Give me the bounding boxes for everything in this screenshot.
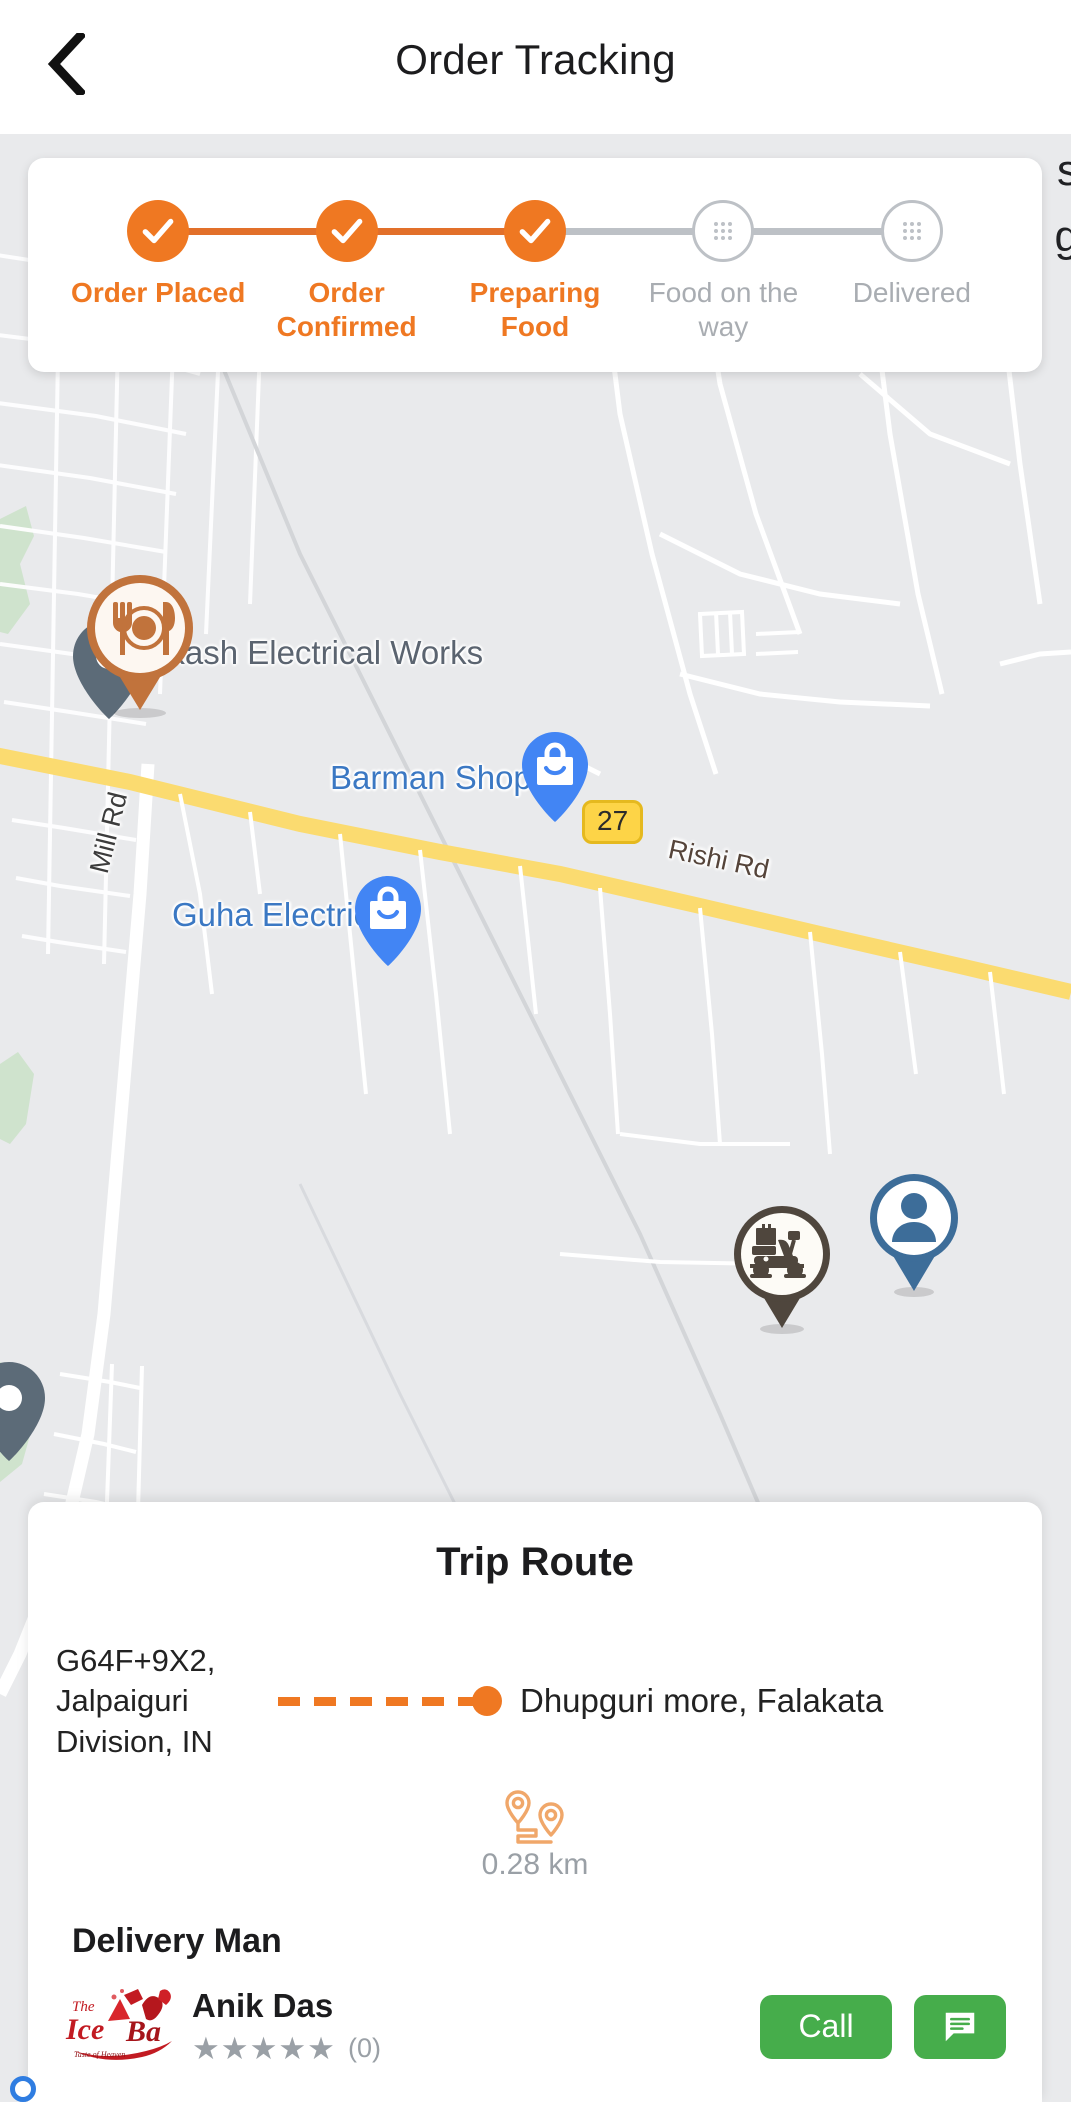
chat-icon [945,2012,975,2042]
svg-text:Ice: Ice [65,2013,104,2046]
status-step-food-on-the-way[interactable]: Food on the way [629,200,817,344]
step-label: Order Placed [71,277,246,308]
route-destination-dot [472,1686,502,1717]
status-step-order-placed[interactable]: Order Placed [64,200,252,344]
route-summary: G64F+9X2, Jalpaiguri Division, IN Dhupgu… [28,1641,1042,1762]
svg-text:Taste of Heaven: Taste of Heaven [74,2050,125,2059]
call-button[interactable]: Call [760,1994,892,2059]
check-icon [142,218,174,244]
delivery-man-section-title: Delivery Man [72,1921,282,1960]
app-bar: Order Tracking [0,0,1071,134]
delivery-man-actions: Call [760,1994,1006,2059]
order-tracking-screen: akash Electrical Works Barman Shop Guha … [0,0,1071,2102]
avatar: The Ice Ba Taste of Heaven [64,1985,178,2069]
restaurant-marker[interactable] [84,572,196,718]
distance-value: 0.28 km [481,1847,589,1881]
chat-button[interactable] [914,1994,1006,2059]
shop-marker-guha[interactable] [355,876,421,966]
route-pins-icon [505,1790,564,1844]
step-label: Delivered [852,277,971,308]
step-node-done [504,200,567,262]
dots-grid-icon [714,222,733,240]
step-node-pending [692,200,755,262]
highway-shield-27: 27 [582,800,644,844]
step-node-done [315,200,378,262]
status-stepper: Order Placed Order Confirmed Preparing F… [28,200,1042,344]
ice-bar-logo: The Ice Ba Taste of Heaven [65,1988,172,2060]
page-title: Order Tracking [395,36,676,83]
trip-route-sheet: Trip Route G64F+9X2, Jalpaiguri Division… [28,1502,1042,2102]
delivery-man-marker[interactable] [730,1204,834,1334]
route-destination: Dhupguri more, Falakata [520,1682,884,1720]
rating-stars: ★★★★★ [192,2030,336,2066]
route-dashed-line [278,1696,476,1706]
route-line [278,1686,502,1717]
status-step-preparing-food[interactable]: Preparing Food [441,200,629,344]
connector-1 [165,228,339,235]
check-icon [519,218,551,244]
status-step-order-confirmed[interactable]: Order Confirmed [252,200,440,344]
map-clipped-label-1: s [1057,146,1071,195]
step-label: Order Confirmed [276,277,417,343]
route-origin: G64F+9X2, Jalpaiguri Division, IN [56,1643,216,1759]
step-label: Preparing Food [469,277,601,343]
poi-marker-bottom-left[interactable] [0,1362,46,1462]
user-location-dot [10,2076,36,2102]
step-node-pending [880,200,943,262]
svg-text:Ba: Ba [125,2015,161,2048]
order-status-card: Order Placed Order Confirmed Preparing F… [28,158,1042,373]
delivery-man-info: Anik Das ★★★★★ (0) [192,1987,381,2067]
delivery-man-name: Anik Das [192,1986,334,2024]
restaurant-icon [113,602,175,655]
rating-count: (0) [347,2033,381,2064]
status-step-delivered[interactable]: Delivered [818,200,1006,344]
step-node-done [127,200,190,262]
map-clipped-label-2: g [1054,212,1071,261]
customer-marker[interactable] [866,1172,962,1298]
trip-route-title: Trip Route [436,1540,634,1584]
check-icon [331,218,362,244]
shop-marker-barman[interactable] [522,732,588,822]
delivery-man-rating: ★★★★★ (0) [192,2031,381,2067]
dots-grid-icon [902,222,921,240]
step-label: Food on the way [648,277,799,343]
trip-distance: 0.28 km [28,1788,1042,1882]
delivery-man-row: The Ice Ba Taste of Heaven Anik Das ★★★★… [28,1985,1042,2069]
